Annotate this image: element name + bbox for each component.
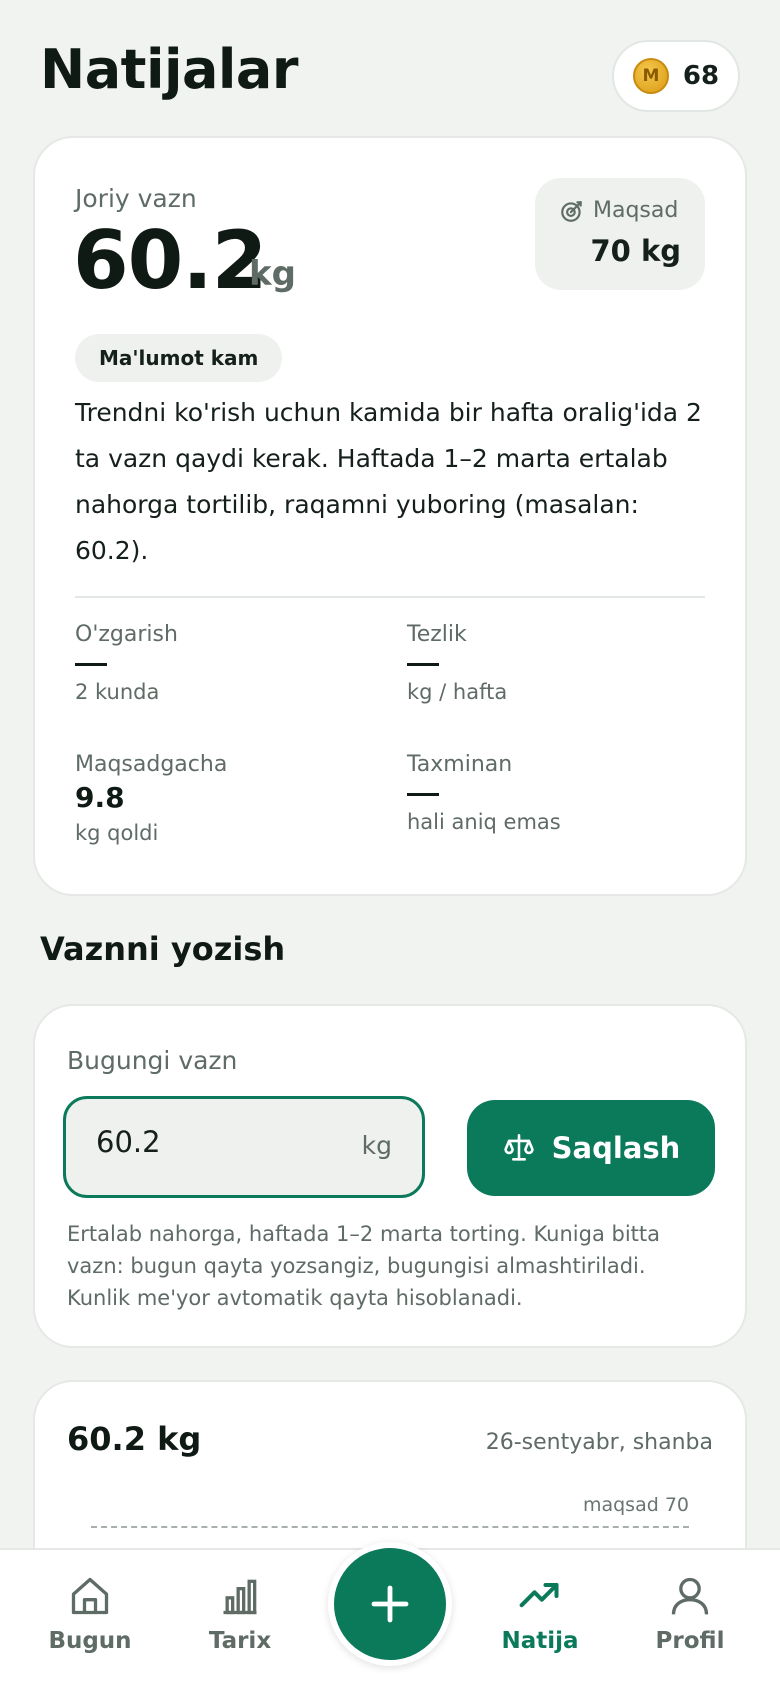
page-title: Natijalar <box>40 38 299 101</box>
stat-change-label: O'zgarish <box>75 622 178 647</box>
header: Natijalar M 68 <box>0 0 780 130</box>
bar-chart-icon <box>223 1579 257 1615</box>
save-button-label: Saqlash <box>551 1131 681 1165</box>
weight-input-unit: kg <box>361 1131 392 1160</box>
nav-item-bugun[interactable]: Bugun <box>20 1574 160 1654</box>
nav-item-profil[interactable]: Profil <box>620 1574 760 1654</box>
goal-line <box>91 1526 689 1528</box>
coin-icon: M <box>632 58 669 94</box>
stat-change-empty <box>75 663 107 666</box>
stat-speed-label: Tezlik <box>407 622 467 647</box>
goal-label: Maqsad <box>593 198 679 223</box>
stat-to-goal-sub: kg qoldi <box>75 821 159 845</box>
current-weight-value: 60.2 <box>73 214 267 307</box>
stat-eta-sub: hali aniq emas <box>407 810 561 834</box>
target-icon <box>561 201 582 222</box>
nav-item-tarix[interactable]: Tarix <box>170 1574 310 1654</box>
stat-to-goal: Maqsadgacha 9.8 kg qoldi <box>75 752 375 845</box>
save-button[interactable]: Saqlash <box>467 1100 715 1196</box>
divider <box>75 596 705 598</box>
stat-eta-empty <box>407 793 439 796</box>
add-button[interactable] <box>328 1542 452 1666</box>
today-weight-label: Bugungi vazn <box>67 1046 238 1075</box>
coin-balance[interactable]: M 68 <box>612 40 740 112</box>
nav-label-profil: Profil <box>655 1628 725 1654</box>
nav-label-bugun: Bugun <box>48 1628 132 1654</box>
status-badge: Ma'lumot kam <box>75 334 283 382</box>
log-hint: Ertalab nahorga, haftada 1–2 marta torti… <box>67 1222 661 1310</box>
stat-change-sub: 2 kunda <box>75 680 160 704</box>
goal-line-label: maqsad 70 <box>582 1494 689 1516</box>
current-weight-card: Joriy vazn 60.2 kg Maqsad 70 kg Ma'lumot… <box>33 136 747 896</box>
scale-icon <box>503 1133 534 1161</box>
section-title-log: Vaznni yozish <box>40 930 286 968</box>
stat-eta-label: Taxminan <box>407 752 513 777</box>
plus-icon <box>371 1585 409 1623</box>
user-icon <box>671 1577 709 1615</box>
chart-date: 26-sentyabr, shanba <box>485 1430 713 1455</box>
goal-value: 70 kg <box>590 234 682 268</box>
stat-speed-empty <box>407 663 439 666</box>
stat-to-goal-label: Maqsadgacha <box>75 752 228 777</box>
weight-input[interactable] <box>96 1125 316 1159</box>
stat-speed: Tezlik kg / hafta <box>407 622 707 704</box>
trending-up-icon <box>519 1582 559 1608</box>
chart-weight: 60.2 kg <box>67 1420 202 1458</box>
nav-label-tarix: Tarix <box>208 1628 272 1654</box>
coin-count: 68 <box>682 61 720 91</box>
log-weight-card: Bugungi vazn kg Saqlash Ertalab nahorga,… <box>33 1004 747 1348</box>
trend-hint: Trendni ko'rish uchun kamida bir hafta o… <box>75 398 702 565</box>
current-weight-label: Joriy vazn <box>75 184 197 213</box>
stat-speed-sub: kg / hafta <box>407 680 508 704</box>
stat-to-goal-value: 9.8 <box>75 781 125 814</box>
stat-change: O'zgarish 2 kunda <box>75 622 375 704</box>
current-weight-unit: kg <box>249 254 296 294</box>
nav-item-natija[interactable]: Natija <box>470 1574 610 1654</box>
stat-eta: Taxminan hali aniq emas <box>407 752 707 834</box>
weight-input-field[interactable]: kg <box>63 1096 425 1198</box>
nav-label-natija: Natija <box>501 1628 579 1654</box>
home-icon <box>71 1577 109 1615</box>
goal-box[interactable]: Maqsad 70 kg <box>535 178 705 290</box>
